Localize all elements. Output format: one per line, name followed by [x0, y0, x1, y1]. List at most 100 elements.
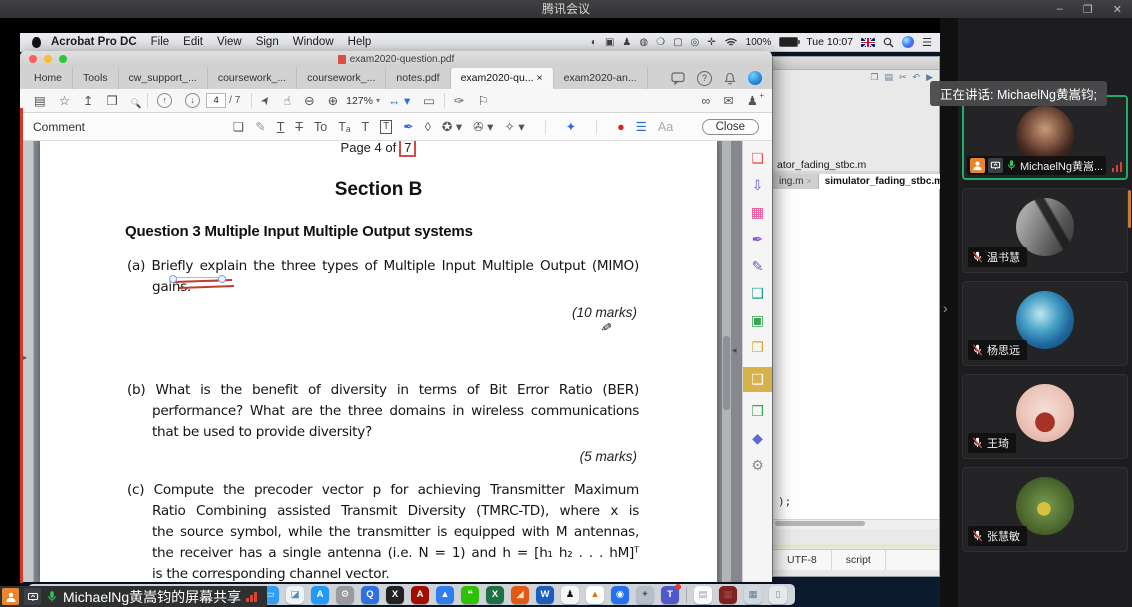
- collapse-panel-chevron-icon[interactable]: ›: [943, 300, 948, 316]
- user-icon[interactable]: ♟: [622, 37, 631, 48]
- organize-pages-icon[interactable]: ▦: [743, 205, 773, 220]
- dock-wechat[interactable]: ❝: [461, 586, 479, 604]
- page-number-input[interactable]: 4: [206, 93, 226, 108]
- menubar-clock[interactable]: Tue 10:07: [806, 36, 853, 48]
- send-for-comments-icon[interactable]: ❑: [743, 286, 773, 301]
- add-text-icon[interactable]: T: [362, 120, 370, 134]
- menu-edit[interactable]: Edit: [183, 36, 203, 48]
- strikethrough-text-icon[interactable]: T: [295, 120, 303, 134]
- tab-exam-answer[interactable]: exam2020-an...: [554, 68, 648, 89]
- dnd-icon[interactable]: ◐: [591, 37, 597, 48]
- next-page-icon[interactable]: ↓: [185, 93, 200, 108]
- highlight-icon[interactable]: ✎: [255, 119, 265, 134]
- annotated-page-number[interactable]: 7: [399, 141, 416, 157]
- fit-width-icon[interactable]: ↔ ▾: [388, 93, 410, 108]
- save-icon[interactable]: ▤: [34, 93, 46, 108]
- email-icon[interactable]: ✉: [723, 93, 733, 108]
- dock-folder-red[interactable]: ▦: [719, 586, 737, 604]
- more-tools-icon[interactable]: ⚙: [743, 458, 773, 473]
- dock-folder-screenshots[interactable]: ▦: [744, 586, 762, 604]
- edit-pdf-icon[interactable]: ▣: [743, 313, 773, 328]
- print-icon[interactable]: ❒: [107, 93, 118, 108]
- zoom-out-icon[interactable]: ⊖: [304, 93, 314, 108]
- fill-sign-icon[interactable]: ✎: [743, 259, 773, 274]
- display-icon[interactable]: ▣: [605, 37, 614, 48]
- select-tool-icon[interactable]: ➤: [258, 93, 274, 108]
- user-avatar[interactable]: [748, 71, 762, 85]
- siri-icon[interactable]: [902, 36, 914, 48]
- dock-divider[interactable]: [686, 587, 687, 603]
- dock-tencent-meeting[interactable]: ◉: [611, 586, 629, 604]
- tab-exam-question-active[interactable]: exam2020-qu... ×: [451, 68, 554, 89]
- dock-qq[interactable]: ♟: [561, 586, 579, 604]
- minimize-icon[interactable]: –: [1057, 3, 1063, 15]
- zoom-control[interactable]: 127% ▾: [346, 95, 380, 107]
- compare-files-icon[interactable]: ❐: [743, 340, 773, 355]
- color-swatch-red-icon[interactable]: ●: [617, 120, 625, 134]
- menu-view[interactable]: View: [217, 36, 242, 48]
- dock-vlc[interactable]: ▲: [586, 586, 604, 604]
- draw-pen-icon[interactable]: ✒: [403, 119, 413, 134]
- export-pdf-icon[interactable]: ⇩: [743, 178, 773, 193]
- text-style-icon[interactable]: Aa: [658, 120, 673, 134]
- add-person-icon[interactable]: ♟: [747, 93, 758, 108]
- previous-page-icon[interactable]: ↑: [157, 93, 172, 108]
- notification-center-icon[interactable]: ☰: [922, 36, 932, 49]
- dock-keychain[interactable]: ✦: [636, 586, 654, 604]
- bell-icon[interactable]: ◍: [639, 37, 648, 48]
- zoom-in-icon[interactable]: ⊕: [328, 93, 338, 108]
- editor-tab-background[interactable]: ing.m×: [773, 174, 819, 189]
- stamp-tag-icon[interactable]: ⚐: [478, 93, 489, 108]
- share-icon[interactable]: ↥: [83, 93, 93, 108]
- matlab-editor-window[interactable]: ❐▤✂↶▶ ator_fading_stbc.m ing.m× simulato…: [772, 56, 940, 577]
- request-signatures-icon[interactable]: ✒: [743, 232, 773, 247]
- restore-icon[interactable]: ❐: [1083, 3, 1093, 16]
- collapse-tools-arrow-icon[interactable]: ◂: [732, 345, 737, 356]
- editor-code-area[interactable]: [773, 189, 939, 519]
- protect-icon[interactable]: ◆: [743, 431, 773, 446]
- wifi-icon[interactable]: [724, 37, 738, 47]
- editor-undo-icon[interactable]: ↶: [913, 72, 921, 83]
- expand-nav-arrow-icon[interactable]: ▸: [23, 353, 27, 362]
- panel-scrollbar-thumb[interactable]: [1128, 190, 1131, 228]
- tab-home[interactable]: Home: [24, 68, 73, 89]
- notification-bell-icon[interactable]: [724, 72, 736, 85]
- editor-hscrollbar-thumb[interactable]: [775, 521, 865, 526]
- reading-mode-icon[interactable]: ▭: [423, 93, 435, 108]
- participant-tile[interactable]: 温书慧: [962, 188, 1128, 273]
- dock-app-store[interactable]: A: [311, 586, 329, 604]
- screen-mirror-icon[interactable]: ▢: [673, 37, 682, 48]
- line-weight-icon[interactable]: ☰: [636, 119, 647, 134]
- dock-excel[interactable]: X: [486, 586, 504, 604]
- text-box-icon[interactable]: T: [380, 120, 392, 134]
- dock-documents-app[interactable]: ▲: [436, 586, 454, 604]
- comment-bubble-icon[interactable]: [671, 72, 685, 85]
- chevron-down-icon[interactable]: ▾: [376, 96, 380, 105]
- dock-trash[interactable]: ▯: [769, 586, 787, 604]
- tab-notes[interactable]: notes.pdf: [386, 68, 450, 89]
- participant-tile[interactable]: 杨思远: [962, 281, 1128, 366]
- participant-tile[interactable]: 张慧敏: [962, 467, 1128, 552]
- editor-tab-active[interactable]: simulator_fading_stbc.m×: [819, 174, 940, 189]
- participant-tile[interactable]: 王琦: [962, 374, 1128, 459]
- annotation-handle[interactable]: [169, 275, 177, 283]
- editor-window-icon[interactable]: ❐: [870, 72, 878, 83]
- attach-icon[interactable]: ✇ ▾: [473, 119, 493, 134]
- close-comment-button[interactable]: Close: [702, 119, 759, 135]
- close-icon[interactable]: ✕: [1113, 3, 1122, 16]
- menu-help[interactable]: Help: [348, 36, 372, 48]
- sticky-note-icon[interactable]: ❏: [233, 119, 244, 134]
- dock-x11[interactable]: X: [386, 586, 404, 604]
- dock-quicktime[interactable]: Q: [361, 586, 379, 604]
- pin-icon[interactable]: ✦: [566, 119, 576, 134]
- dock-system-preferences[interactable]: ⚙: [336, 586, 354, 604]
- sign-pen-icon[interactable]: ✑: [454, 93, 464, 108]
- tab-coursework-2[interactable]: coursework_...: [297, 68, 386, 89]
- zoom-level[interactable]: 127%: [346, 95, 373, 107]
- star-icon[interactable]: ☆: [59, 93, 70, 108]
- dock-word[interactable]: W: [536, 586, 554, 604]
- dock-document-file[interactable]: ▤: [694, 586, 712, 604]
- globe-icon[interactable]: ◎: [691, 37, 700, 48]
- link-icon[interactable]: ∞: [701, 94, 710, 108]
- tab-coursework-1[interactable]: coursework_...: [208, 68, 297, 89]
